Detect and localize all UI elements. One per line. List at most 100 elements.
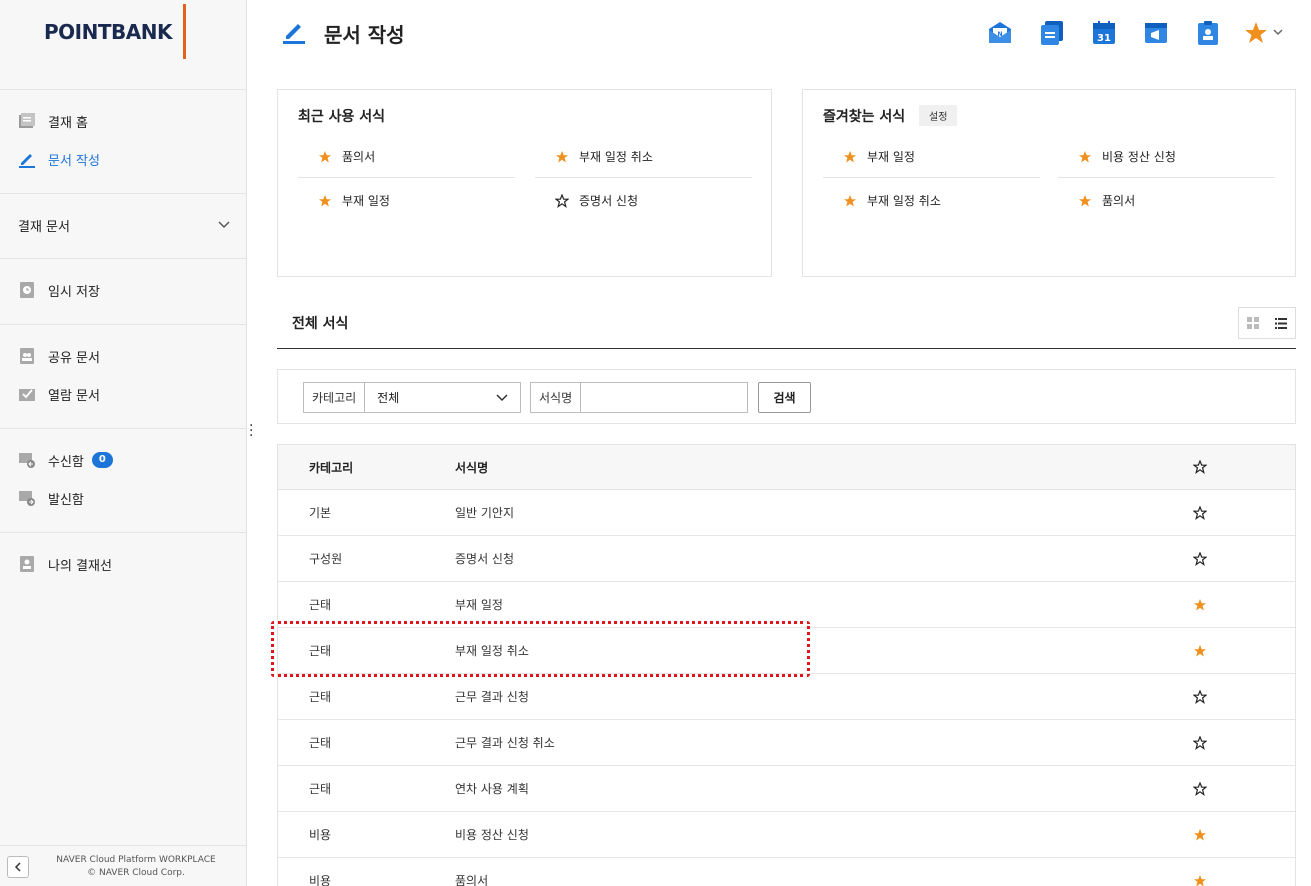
table-header: 카테고리 서식명 <box>278 445 1295 490</box>
row-favorite-toggle[interactable] <box>1177 735 1217 750</box>
mail-icon[interactable]: N <box>987 20 1013 46</box>
sidebar-item-viewed-documents[interactable]: 열람 문서 <box>18 382 100 406</box>
recent-form-label: 품의서 <box>342 150 376 164</box>
recent-forms-card: 최근 사용 서식 품의서 부재 일정 취소 부재 일정 증명서 신청 <box>277 89 772 277</box>
star-filled-icon <box>1194 644 1206 656</box>
favorite-form-item[interactable]: 비용 정산 신청 <box>1078 148 1176 165</box>
star-outline-icon <box>1193 735 1207 750</box>
form-name-search-field[interactable]: 서식명 <box>530 382 748 413</box>
divider <box>823 177 1040 178</box>
divider <box>277 348 1296 349</box>
row-form-name[interactable]: 근무 결과 신청 취소 <box>455 734 1177 751</box>
row-favorite-toggle[interactable] <box>1177 598 1217 612</box>
docs-icon[interactable] <box>1039 20 1065 46</box>
recent-form-item[interactable]: 품의서 <box>318 148 375 165</box>
table-row[interactable]: 근태 부재 일정 <box>278 582 1295 628</box>
sidebar-item-label: 나의 결재선 <box>48 558 112 574</box>
sidebar-item-label: 임시 저장 <box>48 284 100 300</box>
collapse-sidebar-button[interactable] <box>7 856 29 878</box>
sidebar-item-label: 수신함 <box>48 454 84 470</box>
star-outline-icon <box>1193 505 1207 520</box>
svg-text:N: N <box>997 31 1002 38</box>
sidebar-item-shared-documents[interactable]: 공유 문서 <box>18 344 100 368</box>
sidebar-item-label: 열람 문서 <box>48 388 100 404</box>
recent-form-item[interactable]: 부재 일정 <box>318 192 390 209</box>
recent-form-item[interactable]: 증명서 신청 <box>555 192 638 209</box>
star-filled-icon <box>1079 150 1091 162</box>
clipboard-icon[interactable] <box>1195 20 1221 46</box>
sidebar-item-my-approval-line[interactable]: 나의 결재선 <box>18 552 112 576</box>
divider <box>0 258 246 259</box>
column-header-favorite[interactable] <box>1177 460 1217 474</box>
row-favorite-toggle[interactable] <box>1177 781 1217 796</box>
star-outline-icon <box>1193 781 1207 796</box>
notice-icon[interactable] <box>1143 20 1169 46</box>
row-form-name[interactable]: 비용 정산 신청 <box>455 826 1177 843</box>
row-form-name[interactable]: 연차 사용 계획 <box>455 780 1177 797</box>
search-button[interactable]: 검색 <box>758 382 811 413</box>
recent-forms-title: 최근 사용 서식 <box>298 109 386 125</box>
star-filled-icon <box>844 194 856 206</box>
forms-table: 카테고리 서식명 기본 일반 기안지 구성원 증명서 신청 근태 부재 일정 근태 부재 일정… <box>277 444 1296 886</box>
favorite-forms-card: 즐겨찾는 서식 설정 부재 일정 비용 정산 신청 부재 일정 취소 품의서 <box>802 89 1296 277</box>
row-favorite-toggle[interactable] <box>1177 551 1217 566</box>
category-select[interactable]: 카테고리 전체 <box>303 382 521 413</box>
table-row[interactable]: 기본 일반 기안지 <box>278 490 1295 536</box>
table-row[interactable]: 비용 비용 정산 신청 <box>278 812 1295 858</box>
sidebar-item-approval-home[interactable]: 결재 홈 <box>18 109 88 133</box>
row-form-name[interactable]: 부재 일정 <box>455 596 1177 613</box>
divider <box>0 193 246 194</box>
row-favorite-toggle[interactable] <box>1177 644 1217 658</box>
favorite-form-item[interactable]: 품의서 <box>1078 192 1135 209</box>
sidebar-item-write-document[interactable]: 문서 작성 <box>18 147 100 171</box>
row-favorite-toggle[interactable] <box>1177 874 1217 886</box>
calendar-icon[interactable]: 31 <box>1091 20 1117 46</box>
grid-view-button[interactable] <box>1239 308 1267 338</box>
recent-form-label: 증명서 신청 <box>579 194 639 208</box>
star-filled-icon <box>556 150 568 162</box>
star-filled-icon <box>319 150 331 162</box>
clock-doc-icon <box>18 281 36 299</box>
row-category: 비용 <box>309 874 332 886</box>
row-form-name[interactable]: 부재 일정 취소 <box>455 642 1177 659</box>
sidebar-item-inbox[interactable]: 수신함 0 <box>18 448 113 472</box>
row-form-name[interactable]: 일반 기안지 <box>455 504 1177 521</box>
list-view-button[interactable] <box>1267 308 1295 338</box>
table-row[interactable]: 비용 품의서 <box>278 858 1295 886</box>
favorite-form-label: 부재 일정 <box>867 150 915 164</box>
search-panel: 카테고리 전체 서식명 검색 <box>277 369 1296 424</box>
row-category: 근태 <box>309 690 332 704</box>
row-form-name[interactable]: 근무 결과 신청 <box>455 688 1177 705</box>
star-filled-icon <box>1079 194 1091 206</box>
logo[interactable]: POINTBANK <box>44 20 172 44</box>
row-favorite-toggle[interactable] <box>1177 828 1217 842</box>
row-form-name[interactable]: 품의서 <box>455 872 1177 886</box>
outbox-icon <box>18 489 36 507</box>
resize-handle[interactable]: · · · <box>249 419 253 443</box>
table-body: 기본 일반 기안지 구성원 증명서 신청 근태 부재 일정 근태 부재 일정 취소 근태 근무 결… <box>278 490 1295 886</box>
row-form-name[interactable]: 증명서 신청 <box>455 550 1177 567</box>
favorite-form-item[interactable]: 부재 일정 <box>843 148 915 165</box>
table-row[interactable]: 근태 근무 결과 신청 <box>278 674 1295 720</box>
sidebar-section-approval-documents[interactable]: 결재 문서 <box>18 216 230 235</box>
divider <box>0 324 246 325</box>
row-favorite-toggle[interactable] <box>1177 505 1217 520</box>
table-row[interactable]: 근태 부재 일정 취소 <box>278 628 1295 674</box>
row-favorite-toggle[interactable] <box>1177 689 1217 704</box>
favorites-settings-button[interactable]: 설정 <box>919 105 958 126</box>
divider <box>0 428 246 429</box>
star-outline-icon <box>1193 689 1207 704</box>
recent-form-item[interactable]: 부재 일정 취소 <box>555 148 653 165</box>
favorites-menu-button[interactable] <box>1243 20 1287 46</box>
table-row[interactable]: 근태 연차 사용 계획 <box>278 766 1295 812</box>
sidebar-item-temporary-save[interactable]: 임시 저장 <box>18 278 100 302</box>
favorite-form-item[interactable]: 부재 일정 취소 <box>843 192 941 209</box>
shared-doc-icon <box>18 347 36 365</box>
table-row[interactable]: 구성원 증명서 신청 <box>278 536 1295 582</box>
star-filled-icon <box>844 150 856 162</box>
view-doc-icon <box>18 385 36 403</box>
sidebar-item-outbox[interactable]: 발신함 <box>18 486 84 510</box>
table-row[interactable]: 근태 근무 결과 신청 취소 <box>278 720 1295 766</box>
inbox-icon <box>18 451 36 469</box>
chevron-down-icon <box>496 393 508 401</box>
